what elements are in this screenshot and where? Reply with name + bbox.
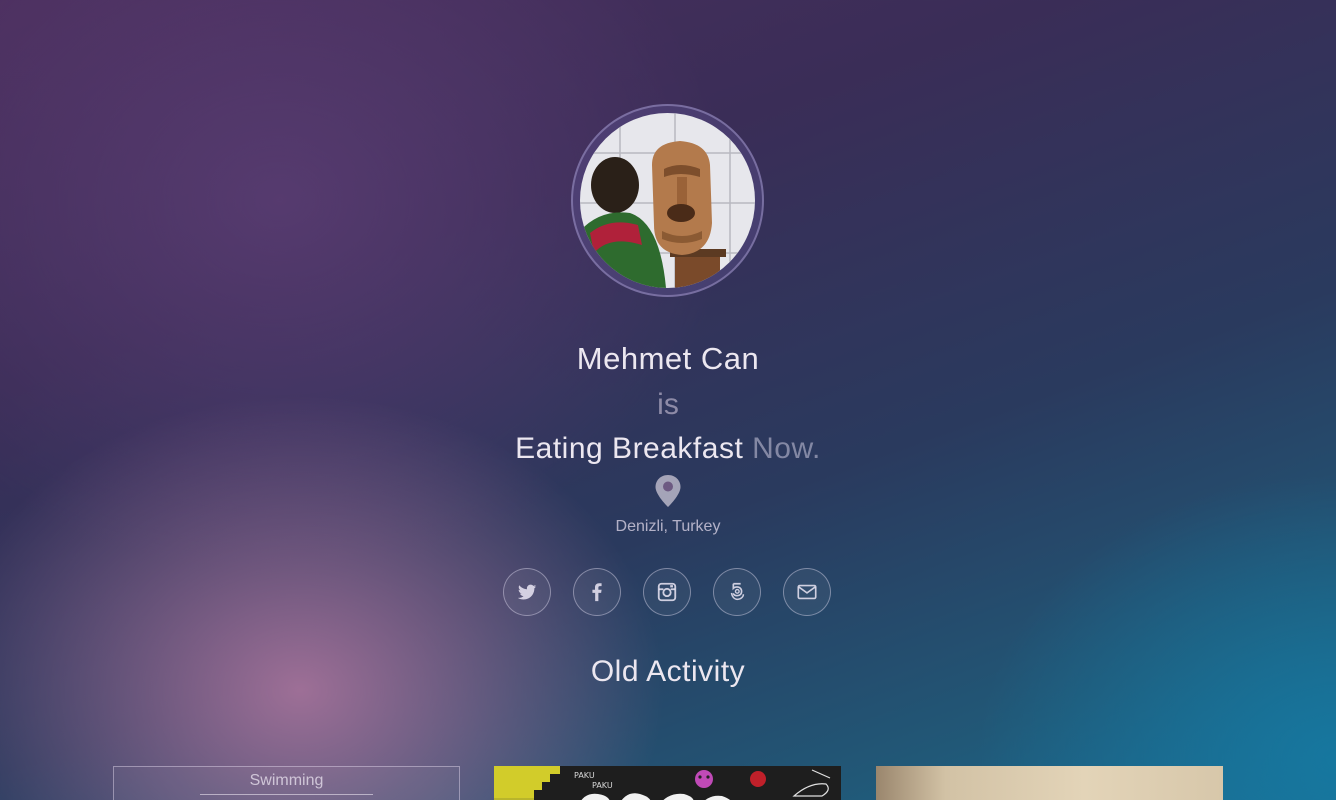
social-links [503,568,831,616]
current-activity: Eating Breakfast Now. [0,432,1336,466]
activity-card-image: PAKU PAKU [494,766,841,800]
chalk-scribble: PAKU [574,771,595,780]
email-button[interactable] [783,568,831,616]
twitter-button[interactable] [503,568,551,616]
activity-card[interactable] [876,766,1223,800]
location-text: Denizli, Turkey [615,518,721,535]
instagram-icon [657,582,677,602]
profile-name: Mehmet Can [576,341,760,376]
facebook-button[interactable] [573,568,621,616]
activity-time: Now. [752,432,821,465]
activity-card[interactable]: Swimming [113,766,460,800]
old-activity-title: Old Activity [590,655,746,688]
avatar [580,113,755,288]
activity-text: Eating Breakfast [515,432,744,465]
instagram-button[interactable] [643,568,691,616]
card-divider [200,794,373,795]
500px-button[interactable] [713,568,761,616]
avatar-image [580,113,755,288]
500px-icon [730,582,745,601]
activity-card-title: Swimming [249,772,324,789]
twitter-icon [517,584,537,600]
facebook-icon [592,583,602,602]
status-connector: is [657,388,679,421]
envelope-icon [797,584,817,600]
activity-card[interactable]: PAKU PAKU [494,766,841,800]
map-marker-icon [655,475,681,507]
avatar-frame [571,104,764,297]
chalk-scribble: PAKU [592,781,613,790]
